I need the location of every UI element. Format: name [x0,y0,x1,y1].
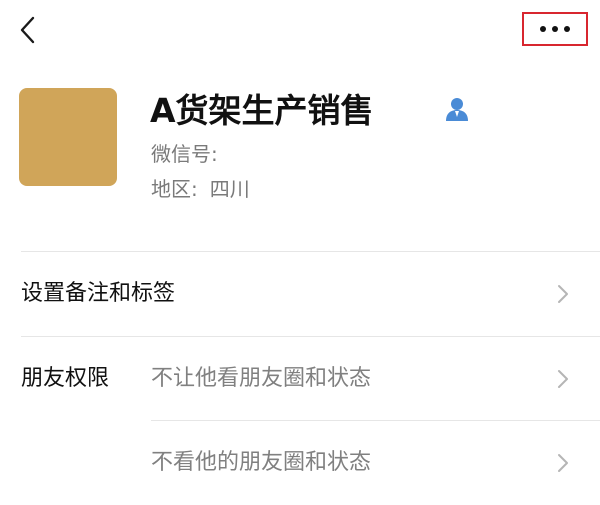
set-remark-tags-row[interactable]: 设置备注和标签 [0,252,600,336]
contact-name: A货架生产销售 [150,91,374,130]
region-info: 地区: 四川 [151,175,250,203]
more-options-button[interactable] [522,12,588,46]
permission-label: 不看他的朋友圈和状态 [151,450,372,475]
set-remark-tags-label: 设置备注和标签 [21,281,176,306]
region-value: 四川 [209,177,250,201]
contact-person-icon[interactable] [444,96,470,122]
wechat-id-label: 微信号: [151,142,218,166]
chevron-right-icon [558,370,568,388]
chevron-right-icon [558,454,568,472]
back-button[interactable] [12,12,44,48]
permission-label: 不让他看朋友圈和状态 [151,366,372,391]
permission-row-hide-moments[interactable]: 不看他的朋友圈和状态 [0,421,600,505]
top-bar [0,0,600,60]
chevron-left-icon [20,16,35,44]
chevron-right-icon [558,285,568,303]
region-label: 地区: [151,177,198,201]
more-dots-icon [540,26,570,32]
permission-row-block-moments[interactable]: 不让他看朋友圈和状态 [0,337,600,421]
avatar[interactable] [19,88,117,186]
